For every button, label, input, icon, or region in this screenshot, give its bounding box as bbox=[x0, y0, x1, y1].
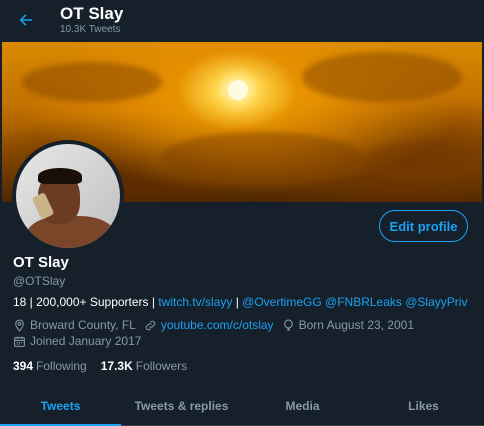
tab-tweets-replies[interactable]: Tweets & replies bbox=[121, 390, 242, 425]
bio-mention-fnbrleaks[interactable]: @FNBRLeaks bbox=[325, 295, 402, 309]
website-link[interactable]: youtube.com/c/otslay bbox=[161, 318, 274, 332]
header-title: OT Slay bbox=[60, 4, 124, 23]
balloon-icon bbox=[283, 319, 293, 330]
top-bar: OT Slay 10.3K Tweets bbox=[0, 0, 484, 42]
profile-meta-row: Broward County, FL youtube.com/c/otslay … bbox=[13, 318, 422, 332]
avatar-hair bbox=[38, 168, 82, 184]
followers-count: 17.3K bbox=[100, 359, 133, 373]
link-icon bbox=[145, 320, 156, 330]
banner-cloud bbox=[22, 62, 162, 102]
bio-text: 18 | 200,000+ Supporters | bbox=[13, 295, 159, 309]
following-count: 394 bbox=[13, 359, 34, 373]
profile-name: OT Slay bbox=[13, 254, 69, 271]
bio-separator: | bbox=[232, 295, 243, 309]
joined-text: Joined January 2017 bbox=[30, 334, 142, 348]
avatar-frame[interactable] bbox=[12, 140, 124, 252]
location-text: Broward County, FL bbox=[30, 318, 136, 332]
calendar-icon bbox=[14, 336, 25, 347]
back-arrow-icon bbox=[19, 14, 32, 26]
location-icon bbox=[15, 319, 24, 332]
profile-tabs: Tweets Tweets & replies Media Likes bbox=[0, 390, 484, 426]
profile-bio: 18 | 200,000+ Supporters | twitch.tv/sla… bbox=[13, 295, 467, 309]
banner-cloud bbox=[302, 52, 462, 102]
avatar[interactable] bbox=[16, 144, 120, 248]
profile-handle: @OTSlay bbox=[13, 274, 66, 288]
banner-cloud bbox=[362, 142, 482, 182]
joined-item: Joined January 2017 bbox=[13, 334, 141, 348]
followers-label: Followers bbox=[135, 359, 188, 373]
birthday-item: Born August 23, 2001 bbox=[282, 318, 414, 332]
website-item: youtube.com/c/otslay bbox=[144, 318, 274, 332]
tab-tweets[interactable]: Tweets bbox=[0, 390, 121, 426]
tab-likes[interactable]: Likes bbox=[363, 390, 484, 425]
location-item: Broward County, FL bbox=[13, 318, 136, 332]
birthday-text: Born August 23, 2001 bbox=[298, 318, 414, 332]
bio-link-twitch[interactable]: twitch.tv/slayy bbox=[158, 295, 232, 309]
follow-stats: 394 Following 17.3K Followers bbox=[13, 359, 201, 373]
following-label: Following bbox=[36, 359, 87, 373]
back-button[interactable] bbox=[12, 6, 40, 34]
bio-mention-overtimegg[interactable]: @OvertimeGG bbox=[242, 295, 322, 309]
header-tweet-count: 10.3K Tweets bbox=[60, 24, 121, 35]
profile-meta-row: Joined January 2017 bbox=[13, 334, 149, 348]
banner-sun bbox=[228, 80, 248, 100]
edit-profile-button[interactable]: Edit profile bbox=[379, 210, 468, 242]
banner-cloud bbox=[162, 132, 362, 182]
followers-stat[interactable]: 17.3K Followers bbox=[101, 359, 187, 373]
tab-media[interactable]: Media bbox=[242, 390, 363, 425]
bio-mention-slayypriv[interactable]: @SlayyPriv bbox=[405, 295, 467, 309]
following-stat[interactable]: 394 Following bbox=[13, 359, 87, 373]
